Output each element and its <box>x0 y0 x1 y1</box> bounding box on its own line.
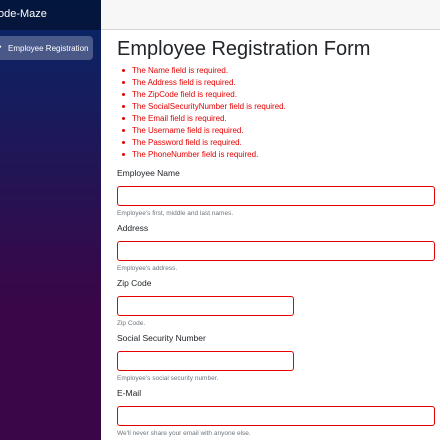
brand-bar: ode-Maze <box>0 0 101 30</box>
validation-error: The Address field is required. <box>117 77 435 89</box>
ssn-input[interactable] <box>117 351 294 371</box>
validation-summary: The Name field is required. The Address … <box>117 65 435 161</box>
main-content: Employee Registration Form The Name fiel… <box>117 36 435 437</box>
address-help: Employee's address. <box>117 265 178 272</box>
address-group: Address Employee's address. <box>117 223 435 273</box>
zip-code-help: Zip Code. <box>117 320 146 327</box>
zip-code-group: Zip Code Zip Code. <box>117 278 294 328</box>
employee-name-help: Employee's first, middle and last names. <box>117 210 234 217</box>
top-row <box>101 0 440 30</box>
email-group: E-Mail We'll never share your email with… <box>117 388 435 438</box>
email-help: We'll never share your email with anyone… <box>117 430 251 437</box>
validation-error: The Username field is required. <box>117 125 435 137</box>
ssn-label: Social Security Number <box>117 333 206 343</box>
address-label: Address <box>117 223 149 233</box>
employee-name-input[interactable] <box>117 186 435 206</box>
validation-error: The ZipCode field is required. <box>117 89 435 101</box>
validation-error: The SocialSecurityNumber field is requir… <box>117 101 435 113</box>
sidebar-item-employee-registration[interactable]: Employee Registration <box>0 36 93 60</box>
ssn-group: Social Security Number Employee's social… <box>117 333 294 383</box>
employee-name-label: Employee Name <box>117 168 180 178</box>
address-input[interactable] <box>117 241 435 261</box>
validation-error: The Name field is required. <box>117 65 435 77</box>
app-brand[interactable]: ode-Maze <box>0 8 47 20</box>
zip-code-label: Zip Code <box>117 278 152 288</box>
sidebar-item-label: Employee Registration <box>8 43 89 53</box>
email-label: E-Mail <box>117 388 142 398</box>
zip-code-input[interactable] <box>117 296 294 316</box>
validation-error: The PhoneNumber field is required. <box>117 149 435 161</box>
people-icon <box>0 45 2 48</box>
validation-error: The Email field is required. <box>117 113 435 125</box>
ssn-help: Employee's social security number. <box>117 375 219 382</box>
sidebar: ode-Maze Employee Registration <box>0 0 101 440</box>
validation-error: The Password field is required. <box>117 137 435 149</box>
employee-name-group: Employee Name Employee's first, middle a… <box>117 168 435 218</box>
email-input[interactable] <box>117 406 435 426</box>
page-title: Employee Registration Form <box>117 38 371 60</box>
